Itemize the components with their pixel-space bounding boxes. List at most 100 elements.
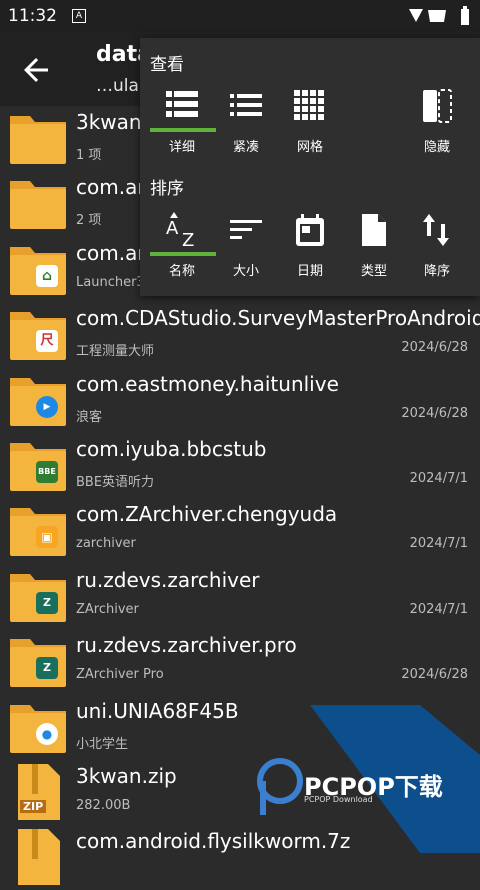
svg-text:A: A — [166, 218, 179, 239]
folder-icon: Z — [8, 568, 68, 624]
file-subtitle: 2 项 — [76, 213, 102, 229]
sort-size-icon — [230, 220, 262, 239]
file-subtitle: 小北学生 — [76, 736, 129, 752]
back-button[interactable] — [18, 52, 54, 88]
app-badge-icon: 尺 — [36, 330, 58, 353]
file-name: com.ZArchiver.chengyuda — [76, 502, 338, 527]
app-badge-icon: BBE — [36, 461, 58, 483]
folder-icon: 尺 — [8, 306, 68, 362]
file-subtitle: 浪客 — [76, 409, 103, 425]
option-label: 大小 — [232, 264, 259, 279]
file-subtitle: Launcher3 — [76, 274, 145, 290]
file-name: 3kwan — [76, 110, 142, 134]
folder-row[interactable]: Zru.zdevs.zarchiver.pro ZArchiver Pro 2024… — [0, 629, 480, 694]
folder-icon: ● — [8, 699, 68, 755]
folder-icon: ⌂ — [8, 241, 68, 297]
sort-desc-option[interactable]: 降序 — [405, 212, 469, 284]
folder-icon: Z — [8, 633, 68, 689]
file-date: 2024/7/1 — [409, 471, 468, 486]
view-sort-menu: 查看 排序 详细 紧凑 网格 隐藏 A Z 名称 大小 日期 类型 降序 — [140, 38, 480, 296]
folder-icon: ▶ — [8, 372, 68, 428]
file-type-option[interactable]: 类型 — [342, 212, 406, 284]
wifi-icon — [428, 10, 446, 22]
hide-option[interactable]: 隐藏 — [405, 88, 469, 160]
hide-icon — [423, 89, 452, 123]
grid-icon — [294, 90, 324, 120]
selected-indicator — [150, 252, 216, 256]
folder-row[interactable]: ▶ com.eastmoney.haitunlive 浪客 2024/6/28 — [0, 368, 480, 433]
sort-az-icon: AZ — [166, 212, 194, 248]
option-label: 降序 — [423, 264, 450, 279]
folder-icon: BBE — [8, 437, 68, 493]
file-subtitle: ZArchiver — [76, 601, 139, 617]
app-badge-icon: Z — [36, 591, 58, 614]
folder-row[interactable]: BBE com.iyuba.bbcstub BBE英语听力 2024/7/1 — [0, 433, 480, 498]
app-badge-icon: ⌂ — [36, 264, 58, 287]
arrow-left-icon — [24, 58, 48, 82]
app-badge-icon: ● — [36, 722, 58, 745]
signal-icon — [409, 9, 423, 22]
option-label: 紧凑 — [232, 140, 259, 155]
file-name: 3kwan.zip — [76, 764, 177, 788]
folder-icon — [8, 110, 68, 166]
folder-row[interactable]: 尺 com.CDAStudio.SurveyMasterProAndroid 工程测… — [0, 302, 480, 367]
list-compact-icon — [230, 94, 262, 116]
status-time: 11:32 — [8, 6, 57, 26]
file-subtitle: zarchiver — [76, 536, 136, 552]
file-name: com.iyuba.bbcstub — [76, 437, 267, 461]
file-date: 2024/6/28 — [401, 405, 468, 421]
app-badge-icon: Z — [36, 657, 58, 680]
folder-icon: ▣ — [8, 502, 68, 558]
watermark: PCPOP下载 PCPOP Download — [257, 705, 480, 853]
option-label: 名称 — [168, 264, 195, 279]
file-date: 2024/6/28 — [401, 667, 468, 683]
sort-section-title: 排序 — [150, 179, 184, 199]
selected-indicator — [150, 128, 216, 132]
file-name: com.eastmoney.haitunlive — [76, 371, 339, 396]
sort-size-option[interactable]: 大小 — [214, 212, 278, 284]
file-name: ru.zdevs.zarchiver — [76, 567, 260, 592]
list-compact-option[interactable]: 紧凑 — [214, 88, 278, 160]
option-label: 隐藏 — [423, 140, 450, 155]
calendar-icon — [296, 214, 324, 246]
file-subtitle: 282.00B — [76, 798, 131, 813]
file-subtitle: ZArchiver Pro — [76, 667, 164, 683]
view-section-title: 查看 — [150, 55, 184, 75]
file-subtitle: 工程测量大师 — [76, 344, 155, 360]
grid-option[interactable]: 网格 — [278, 88, 342, 160]
app-badge-icon: ▶ — [36, 395, 58, 418]
status-bar: 11:32 A — [0, 0, 480, 32]
option-label: 详细 — [168, 140, 195, 155]
calendar-option[interactable]: 日期 — [278, 212, 342, 284]
app-badge-icon: ▣ — [36, 526, 58, 549]
option-label: 日期 — [296, 264, 323, 279]
zip-file-icon — [8, 829, 68, 886]
file-type-icon — [362, 214, 386, 246]
option-label: 类型 — [360, 264, 387, 279]
sort-az-option[interactable]: A Z 名称 — [150, 212, 216, 284]
file-name: com.CDAStudio.SurveyMasterProAndroid — [76, 306, 480, 331]
file-subtitle: BBE英语听力 — [76, 475, 155, 490]
battery-icon — [461, 6, 469, 25]
file-name: ru.zdevs.zarchiver.pro — [76, 633, 297, 658]
file-name: com.an — [76, 175, 151, 200]
file-date: 2024/7/1 — [409, 536, 468, 552]
list-detail-option[interactable]: 详细 — [150, 88, 216, 160]
folder-row[interactable]: ▣ com.ZArchiver.chengyuda zarchiver 2024/7/… — [0, 498, 480, 563]
svg-text:Z: Z — [182, 230, 194, 248]
notification-icon: A — [72, 9, 86, 23]
option-label: 网格 — [296, 140, 323, 155]
list-detail-icon — [166, 91, 198, 117]
watermark-small: PCPOP Download — [304, 795, 373, 804]
file-name: uni.UNIA68F45B — [76, 698, 239, 723]
file-date: 2024/6/28 — [401, 340, 468, 356]
zip-label: ZIP — [20, 800, 47, 813]
file-subtitle: 1 项 — [76, 148, 102, 163]
path-subtitle: …ula — [96, 76, 139, 96]
zip-file-icon: ZIP — [8, 764, 68, 820]
folder-row[interactable]: Zru.zdevs.zarchiver ZArchiver 2024/7/1 — [0, 564, 480, 629]
file-date: 2024/7/1 — [409, 601, 468, 617]
file-name: com.an — [76, 240, 151, 265]
sort-desc-icon — [423, 214, 449, 246]
folder-icon — [8, 175, 68, 231]
